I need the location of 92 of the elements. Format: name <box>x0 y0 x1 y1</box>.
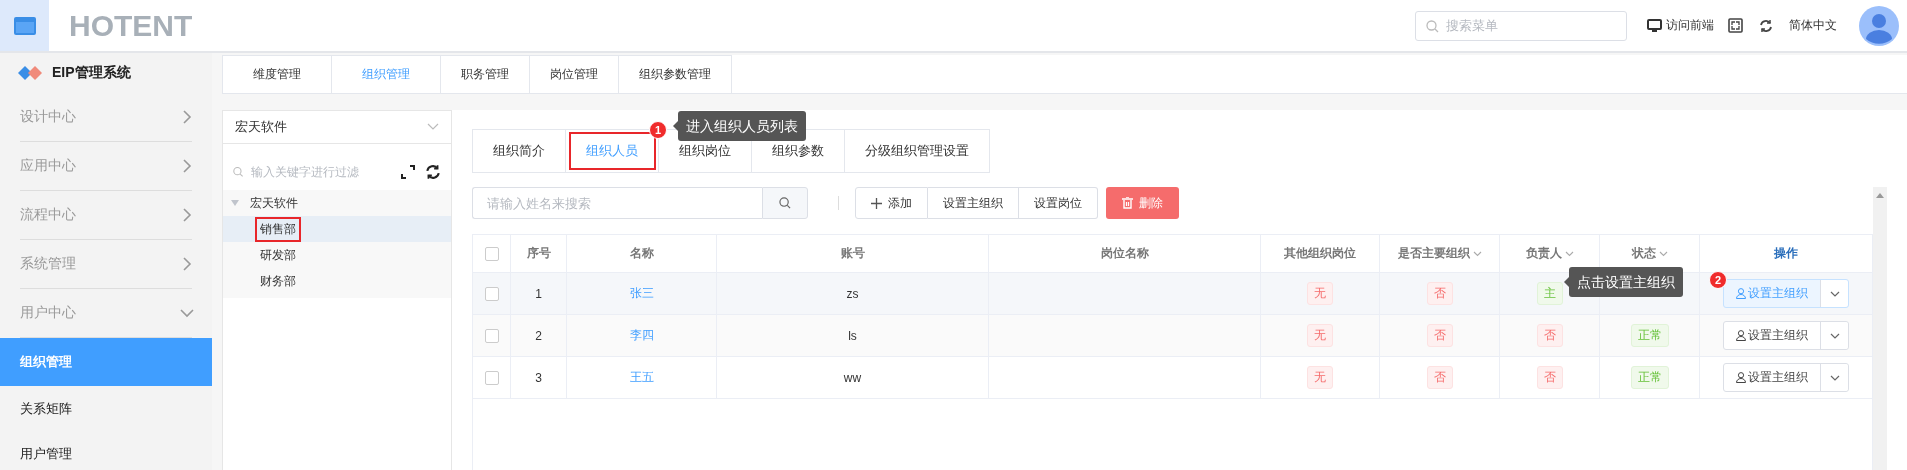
sort-caret-icon[interactable] <box>1564 250 1574 257</box>
table-cell: ww <box>843 370 862 385</box>
column-header: 负责人 <box>1525 245 1562 262</box>
chevron-icon <box>180 308 194 318</box>
status-tag: 无 <box>1307 366 1333 389</box>
org-select[interactable]: 宏天软件 <box>223 111 451 144</box>
table-cell: 3 <box>535 370 542 385</box>
column-header: 岗位名称 <box>1100 245 1149 262</box>
search-icon <box>1426 19 1439 33</box>
callout-tooltip: 点击设置主组织 <box>1564 267 1683 297</box>
status-tag: 正常 <box>1630 324 1669 347</box>
step-badge: 1 <box>649 121 667 139</box>
frontend-link[interactable]: 访问前端 <box>1647 17 1714 34</box>
monitor-icon <box>1647 18 1662 33</box>
menu-search-field[interactable]: 搜索菜单 <box>1415 10 1627 41</box>
status-tag: 无 <box>1307 324 1333 347</box>
sort-caret-icon[interactable] <box>1472 250 1482 257</box>
refresh-icon[interactable] <box>425 164 441 180</box>
logo: HOTENT <box>69 8 193 43</box>
tree-node[interactable]: 财务部 <box>255 268 301 294</box>
column-header: 其他组织岗位 <box>1284 245 1356 262</box>
window-icon <box>13 16 36 35</box>
user-icon <box>1736 288 1746 299</box>
sidebar-subitem[interactable]: 用户管理 <box>0 431 212 470</box>
status-tag: 正常 <box>1630 366 1669 389</box>
trash-icon <box>1122 197 1133 209</box>
expand-icon[interactable] <box>401 165 415 179</box>
sort-caret-icon[interactable] <box>1658 250 1668 257</box>
column-header: 账号 <box>840 245 865 262</box>
diamond-logo-icon <box>18 66 44 80</box>
system-title: EIP管理系统 <box>52 64 131 82</box>
tab[interactable]: 岗位管理 <box>530 55 619 93</box>
chevron-icon <box>182 257 192 271</box>
chevron-icon <box>182 159 192 173</box>
status-tag: 否 <box>1426 282 1453 305</box>
status-tag: 否 <box>1426 324 1453 347</box>
row-checkbox[interactable] <box>484 286 499 301</box>
caret-icon <box>1829 290 1840 297</box>
plus-icon <box>871 197 882 209</box>
column-header: 操作 <box>1774 245 1798 262</box>
filter-field[interactable]: 输入关键字进行过滤 <box>249 164 391 180</box>
dropdown-button[interactable] <box>1820 280 1848 307</box>
status-tag: 无 <box>1307 282 1333 305</box>
row-checkbox[interactable] <box>484 328 499 343</box>
status-tag: 否 <box>1536 366 1563 389</box>
fullscreen-icon[interactable] <box>1728 18 1743 33</box>
status-tag: 否 <box>1426 366 1453 389</box>
search-icon <box>779 197 791 209</box>
tree-caret-icon[interactable] <box>231 199 239 207</box>
tab[interactable]: 职务管理 <box>441 55 530 93</box>
caret-icon <box>1829 374 1840 381</box>
toolbar-button[interactable]: 设置岗位 <box>1019 187 1098 219</box>
table-cell: 2 <box>535 328 542 343</box>
tree-node[interactable]: 销售部 <box>255 216 301 242</box>
select-all-checkbox[interactable] <box>484 246 499 261</box>
dropdown-button[interactable] <box>1820 322 1848 349</box>
sidebar-subitem[interactable]: 关系矩阵 <box>0 386 212 431</box>
caret-icon <box>1829 332 1840 339</box>
tab[interactable]: 维度管理 <box>222 55 332 93</box>
scrollbar[interactable] <box>1873 187 1887 470</box>
user-icon <box>1736 330 1746 341</box>
name-search-field[interactable]: 请输入姓名来搜索 <box>472 187 762 219</box>
tab[interactable]: 组织参数管理 <box>619 55 732 93</box>
search-button[interactable] <box>762 187 808 219</box>
column-header: 是否主要组织 <box>1397 245 1470 262</box>
table-cell: zs <box>846 286 859 301</box>
search-icon <box>233 166 244 178</box>
column-header: 状态 <box>1631 245 1656 262</box>
column-header: 序号 <box>526 245 551 262</box>
status-tag: 主 <box>1536 282 1563 305</box>
user-icon <box>1736 372 1746 383</box>
tab[interactable]: 分级组织管理设置 <box>845 129 990 173</box>
table-cell: ls <box>848 328 857 343</box>
status-tag: 否 <box>1536 324 1563 347</box>
tree-node[interactable]: 宏天软件 <box>245 190 303 216</box>
chevron-icon <box>182 110 192 124</box>
column-header: 名称 <box>629 245 654 262</box>
table-cell: 1 <box>535 286 542 301</box>
language-selector[interactable]: 简体中文 <box>1789 17 1837 34</box>
tree-node[interactable]: 研发部 <box>255 242 301 268</box>
add-button[interactable]: 添加 <box>855 187 928 219</box>
dropdown-button[interactable] <box>1820 364 1848 391</box>
caret-icon <box>427 123 439 131</box>
avatar-icon[interactable] <box>1859 5 1899 46</box>
callout-tooltip: 进入组织人员列表 <box>673 111 806 141</box>
chevron-icon <box>182 208 192 222</box>
row-checkbox[interactable] <box>484 370 499 385</box>
tab[interactable]: 组织简介 <box>472 129 566 173</box>
scroll-up-icon[interactable] <box>1876 193 1884 198</box>
menu-toggle[interactable] <box>0 0 49 51</box>
toolbar-button[interactable]: 设置主组织 <box>928 187 1019 219</box>
refresh-icon[interactable] <box>1759 18 1773 33</box>
